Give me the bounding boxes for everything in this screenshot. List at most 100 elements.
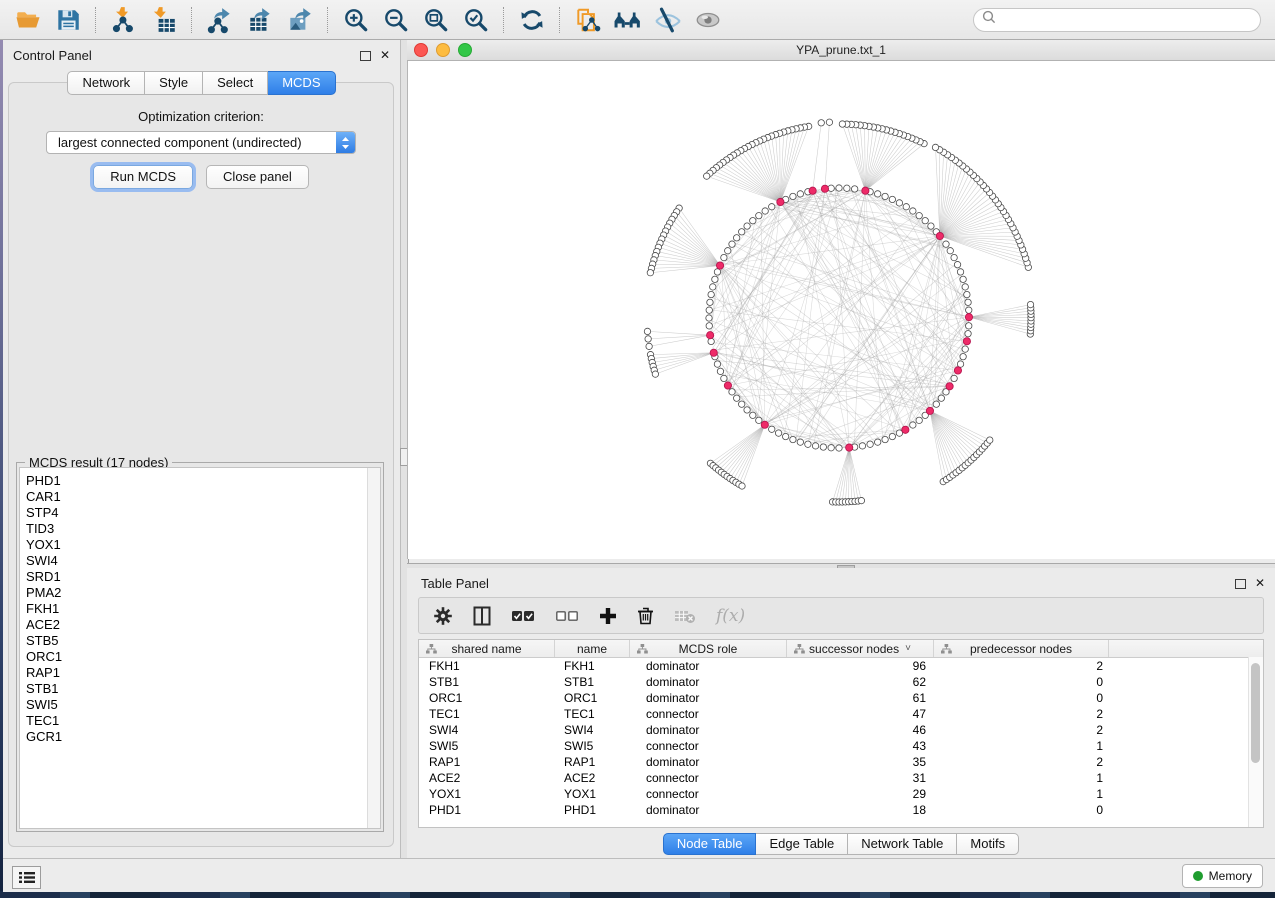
cell-shared[interactable]: SWI4 <box>419 722 555 738</box>
cell-name[interactable]: PHD1 <box>555 802 630 818</box>
network-canvas[interactable] <box>407 61 1275 559</box>
cell-succ[interactable]: 31 <box>787 770 934 786</box>
cell-shared[interactable]: ORC1 <box>419 690 555 706</box>
mcds-list-scrollbar[interactable] <box>367 468 380 828</box>
cell-role[interactable]: dominator <box>630 722 787 738</box>
cell-shared[interactable]: STB1 <box>419 674 555 690</box>
column-chooser-icon[interactable] <box>473 606 491 626</box>
table-scrollbar[interactable] <box>1248 657 1263 827</box>
cell-name[interactable]: SWI4 <box>555 722 630 738</box>
cell-role[interactable]: connector <box>630 770 787 786</box>
cell-pred[interactable]: 1 <box>934 770 1109 786</box>
cell-name[interactable]: ACE2 <box>555 770 630 786</box>
mcds-result-item[interactable]: STB1 <box>20 681 380 697</box>
table-close-icon[interactable]: ✕ <box>1255 577 1265 589</box>
first-neighbors-binoculars-icon[interactable] <box>611 5 645 35</box>
tab-style[interactable]: Style <box>145 71 203 95</box>
mcds-result-item[interactable]: SWI5 <box>20 697 380 713</box>
cell-name[interactable]: TEC1 <box>555 706 630 722</box>
network-from-selection-icon[interactable] <box>571 5 605 35</box>
table-row[interactable]: TEC1TEC1connector472 <box>419 706 1263 722</box>
tab-select[interactable]: Select <box>203 71 268 95</box>
export-image-icon[interactable] <box>283 5 317 35</box>
tab-network[interactable]: Network <box>67 71 145 95</box>
search-input[interactable] <box>1001 12 1252 28</box>
cell-succ[interactable]: 29 <box>787 786 934 802</box>
mcds-result-item[interactable]: PMA2 <box>20 585 380 601</box>
zoom-out-icon[interactable] <box>379 5 413 35</box>
cell-succ[interactable]: 47 <box>787 706 934 722</box>
column-header-predecessor-nodes[interactable]: predecessor nodes <box>934 640 1109 657</box>
network-view-titlebar[interactable]: YPA_prune.txt_1 <box>407 40 1275 61</box>
open-session-icon[interactable] <box>11 5 45 35</box>
table-row[interactable]: ORC1ORC1dominator610 <box>419 690 1263 706</box>
cell-succ[interactable]: 43 <box>787 738 934 754</box>
export-table-icon[interactable] <box>243 5 277 35</box>
mcds-result-item[interactable]: SWI4 <box>20 553 380 569</box>
delete-row-icon[interactable] <box>637 606 654 625</box>
table-row[interactable]: SWI4SWI4dominator462 <box>419 722 1263 738</box>
hide-selected-icon[interactable] <box>651 5 685 35</box>
mcds-result-item[interactable]: FKH1 <box>20 601 380 617</box>
tab-network-table[interactable]: Network Table <box>848 833 957 855</box>
cell-pred[interactable]: 0 <box>934 690 1109 706</box>
cell-name[interactable]: SWI5 <box>555 738 630 754</box>
cell-succ[interactable]: 61 <box>787 690 934 706</box>
mcds-result-list[interactable]: PHD1CAR1STP4TID3YOX1SWI4SRD1PMA2FKH1ACE2… <box>19 467 381 829</box>
table-row[interactable]: RAP1RAP1dominator352 <box>419 754 1263 770</box>
cell-name[interactable]: RAP1 <box>555 754 630 770</box>
cell-role[interactable]: dominator <box>630 754 787 770</box>
mcds-result-item[interactable]: CAR1 <box>20 489 380 505</box>
cell-pred[interactable]: 0 <box>934 674 1109 690</box>
table-row[interactable]: STB1STB1dominator620 <box>419 674 1263 690</box>
tab-mcds[interactable]: MCDS <box>268 71 335 95</box>
settings-gear-icon[interactable] <box>433 606 453 626</box>
cell-role[interactable]: connector <box>630 706 787 722</box>
cell-succ[interactable]: 35 <box>787 754 934 770</box>
select-all-icon[interactable] <box>511 609 535 623</box>
network-graph[interactable] <box>408 61 1275 559</box>
cell-pred[interactable]: 1 <box>934 738 1109 754</box>
column-header-MCDS-role[interactable]: MCDS role <box>630 640 787 657</box>
cell-pred[interactable]: 2 <box>934 706 1109 722</box>
cell-name[interactable]: ORC1 <box>555 690 630 706</box>
search-field[interactable] <box>973 8 1261 32</box>
cell-succ[interactable]: 46 <box>787 722 934 738</box>
table-row[interactable]: YOX1YOX1connector291 <box>419 786 1263 802</box>
mcds-result-item[interactable]: TEC1 <box>20 713 380 729</box>
zoom-selected-icon[interactable] <box>459 5 493 35</box>
close-panel-button[interactable]: Close panel <box>206 165 309 189</box>
cell-role[interactable]: connector <box>630 738 787 754</box>
task-history-button[interactable] <box>12 866 41 889</box>
table-row[interactable]: SWI5SWI5connector431 <box>419 738 1263 754</box>
mcds-result-item[interactable]: GCR1 <box>20 729 380 745</box>
table-row[interactable]: ACE2ACE2connector311 <box>419 770 1263 786</box>
zoom-fit-icon[interactable] <box>419 5 453 35</box>
cell-shared[interactable]: YOX1 <box>419 786 555 802</box>
cell-shared[interactable]: TEC1 <box>419 706 555 722</box>
mcds-result-item[interactable]: STB5 <box>20 633 380 649</box>
refresh-layout-icon[interactable] <box>515 5 549 35</box>
memory-button[interactable]: Memory <box>1182 864 1263 888</box>
cell-succ[interactable]: 18 <box>787 802 934 818</box>
cell-role[interactable]: dominator <box>630 802 787 818</box>
show-graphics-details-icon[interactable] <box>691 5 725 35</box>
zoom-in-icon[interactable] <box>339 5 373 35</box>
import-network-icon[interactable] <box>107 5 141 35</box>
cell-shared[interactable]: FKH1 <box>419 658 555 674</box>
mcds-result-item[interactable]: ORC1 <box>20 649 380 665</box>
cell-pred[interactable]: 2 <box>934 754 1109 770</box>
cell-succ[interactable]: 96 <box>787 658 934 674</box>
cell-pred[interactable]: 1 <box>934 786 1109 802</box>
cell-name[interactable]: YOX1 <box>555 786 630 802</box>
mcds-result-item[interactable]: YOX1 <box>20 537 380 553</box>
mcds-result-item[interactable]: STP4 <box>20 505 380 521</box>
node-table[interactable]: shared namenameMCDS rolesuccessor nodes˅… <box>418 639 1264 828</box>
mcds-result-item[interactable]: PHD1 <box>20 473 380 489</box>
tab-node-table[interactable]: Node Table <box>663 833 757 855</box>
save-session-icon[interactable] <box>51 5 85 35</box>
table-float-icon[interactable] <box>1235 579 1246 589</box>
cell-role[interactable]: dominator <box>630 690 787 706</box>
mcds-result-item[interactable]: SRD1 <box>20 569 380 585</box>
import-table-icon[interactable] <box>147 5 181 35</box>
